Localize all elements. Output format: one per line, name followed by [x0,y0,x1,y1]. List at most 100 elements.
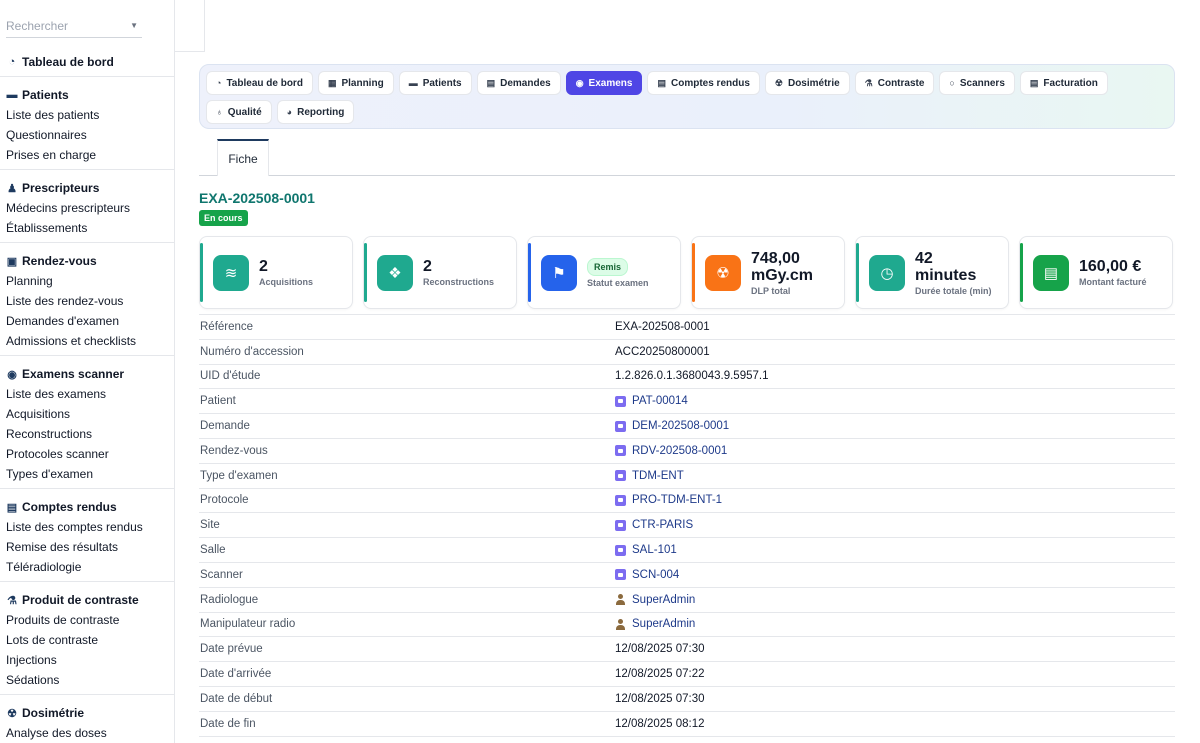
card-accent [1020,243,1023,302]
sidebar-item[interactable]: Établissements [6,218,174,238]
sidebar-item[interactable]: Demandes d'examen [6,311,174,331]
field-label: Site [200,519,220,532]
field-value-text[interactable]: SCN-004 [632,569,679,581]
sidebar-section-title[interactable]: ▬ Patients [6,85,174,105]
field-value[interactable]: SAL-101 [615,544,677,556]
sidebar-item[interactable]: Analyse des doses [6,723,174,743]
field-label: Manipulateur radio [200,618,296,631]
table-row: Manipulateur radio SuperAdmin [199,613,1175,638]
sidebar-item[interactable]: Téléradiologie [6,557,174,577]
sidebar-item[interactable]: Liste des rendez-vous [6,291,174,311]
sidebar-menu: ◔ Tableau de bord ▬ Patients Liste des patie… [0,44,174,743]
record-icon [615,569,626,581]
sidebar-item[interactable]: Lots de contraste [6,630,174,650]
sidebar-item[interactable]: Acquisitions [6,404,174,424]
sidebar-item[interactable]: Liste des examens [6,384,174,404]
table-row: Protocole PRO-TDM-ENT-1 [199,489,1175,514]
card-label: Durée totale (min) [915,285,992,296]
sidebar-item[interactable]: Protocoles scanner [6,444,174,464]
tab-fiche[interactable]: Fiche [217,139,269,176]
card-value: 748,00 mGy.cm [751,249,813,284]
field-value-text[interactable]: SuperAdmin [632,618,695,630]
table-row: Date de fin 12/08/2025 08:12 [199,712,1175,737]
tab-patients[interactable]: ▬ Patients [398,71,472,95]
tab-label: Patients [422,77,462,89]
field-value-text: EXA-202508-0001 [615,320,710,333]
field-value-text: 12/08/2025 07:22 [615,668,705,681]
field-value-text[interactable]: RDV-202508-0001 [632,445,727,457]
summary-card: ❖ 2 Reconstructions [363,236,517,309]
sidebar-item[interactable]: Sédations [6,670,174,690]
tab-qualit-[interactable]: ♁ Qualité [206,100,272,124]
field-value-text[interactable]: PRO-TDM-ENT-1 [632,494,722,506]
tab-tableau-de-bord[interactable]: ◔ Tableau de bord [206,71,313,95]
sidebar-item[interactable]: Injections [6,650,174,670]
table-row: Scanner SCN-004 [199,563,1175,588]
tab-facturation[interactable]: ▤ Facturation [1019,71,1108,95]
sidebar-section-title[interactable]: ☢ Dosimétrie [6,703,174,723]
sidebar-item[interactable]: Admissions et checklists [6,331,174,351]
sidebar-section-title[interactable]: ⚗ Produit de contraste [6,590,174,610]
card-label: Statut examen [587,278,649,288]
sidebar-item[interactable]: Reconstructions [6,424,174,444]
field-value[interactable]: PAT-00014 [615,395,688,407]
field-value-text[interactable]: CTR-PARIS [632,519,693,531]
sidebar-section-title[interactable]: ▤ Comptes rendus [6,497,174,517]
field-value[interactable]: DEM-202508-0001 [615,420,729,432]
field-value[interactable]: PRO-TDM-ENT-1 [615,494,722,506]
sidebar-section-label: Dosimétrie [22,706,85,720]
tab-dosim-trie[interactable]: ☢ Dosimétrie [764,71,850,95]
field-label: Date de fin [200,717,256,730]
field-value[interactable]: CTR-PARIS [615,519,693,531]
bed-icon: ▬ [408,78,418,88]
cubes-icon: ❖ [377,254,413,291]
tab-reporting[interactable]: ◕ Reporting [276,100,355,124]
gauge-icon: ◔ [8,56,16,68]
field-label: Numéro d'accession [200,345,304,358]
field-value: 1.2.826.0.1.3680043.9.5957.1 [615,370,768,382]
sidebar-section-title[interactable]: ▣ Rendez-vous [6,251,174,271]
summary-card: ▤ 160,00 € Montant facturé [1019,236,1173,309]
calendar-icon: ▦ [327,77,337,88]
field-value: 12/08/2025 08:12 [615,718,705,730]
sidebar-item[interactable]: Questionnaires [6,125,174,145]
field-value-text[interactable]: PAT-00014 [632,395,688,407]
field-label: Date prévue [200,643,263,656]
field-value[interactable]: TDM-ENT [615,470,684,482]
sidebar-item[interactable]: Remise des résultats [6,537,174,557]
card-value: 2 [423,258,432,275]
sidebar-item[interactable]: Médecins prescripteurs [6,198,174,218]
sidebar-item[interactable]: Liste des comptes rendus [6,517,174,537]
sidebar-section-title[interactable]: ♟ Prescripteurs [6,178,174,198]
field-value-text[interactable]: SAL-101 [632,544,677,556]
tab-comptes-rendus[interactable]: ▤ Comptes rendus [647,71,760,95]
table-row: Référence EXA-202508-0001 [199,315,1175,340]
field-value[interactable]: SuperAdmin [615,594,695,606]
field-value-text[interactable]: SuperAdmin [632,594,695,606]
tab-planning[interactable]: ▦ Planning [317,71,394,95]
tab-demandes[interactable]: ▤ Demandes [476,71,561,95]
radiation-icon: ☢ [705,254,741,291]
field-value: 12/08/2025 07:22 [615,668,705,680]
tab-label: Dosimétrie [787,77,840,89]
record-icon [615,395,626,407]
sidebar-item[interactable]: Prises en charge [6,145,174,165]
table-row: Date d'arrivée 12/08/2025 07:22 [199,662,1175,687]
field-value[interactable]: RDV-202508-0001 [615,445,727,457]
sidebar-item[interactable]: Liste des patients [6,105,174,125]
tab-scanners[interactable]: ○ Scanners [939,71,1015,95]
search-select[interactable]: Rechercher ▼ [6,14,142,38]
field-value-text[interactable]: DEM-202508-0001 [632,420,729,432]
sidebar-section-title[interactable]: ◉ Examens scanner [6,364,174,384]
sidebar-item[interactable]: Types d'examen [6,464,174,484]
field-value[interactable]: SuperAdmin [615,618,695,630]
sidebar-item[interactable]: Produits de contraste [6,610,174,630]
sidebar-item[interactable]: Planning [6,271,174,291]
sidebar-item-dashboard[interactable]: ◔ Tableau de bord [6,52,174,72]
sidebar-section: ▣ Rendez-vous Planning Liste des rendez-vou… [0,242,174,355]
field-value-text[interactable]: TDM-ENT [632,470,684,482]
field-value[interactable]: SCN-004 [615,569,679,581]
field-value-text: 12/08/2025 08:12 [615,717,705,730]
tab-contraste[interactable]: ⚗ Contraste [854,71,935,95]
tab-examens[interactable]: ◉ Examens [565,71,643,95]
